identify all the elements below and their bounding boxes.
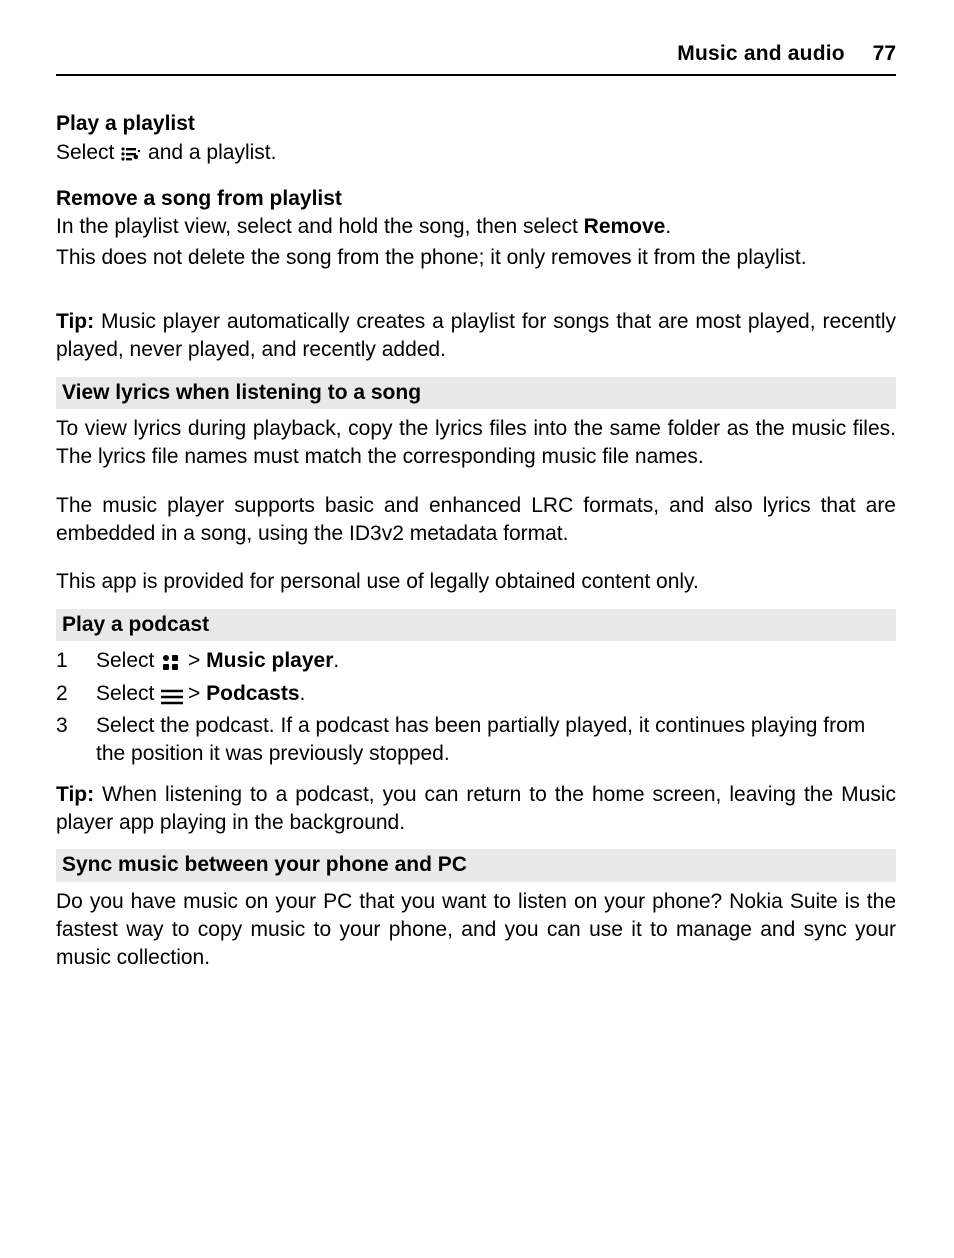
- tip-label: Tip:: [56, 310, 94, 333]
- lyrics-p1: To view lyrics during playback, copy the…: [56, 415, 896, 472]
- lyrics-p2: The music player supports basic and enha…: [56, 492, 896, 549]
- list-item: 1 Select > Music player.: [56, 647, 896, 677]
- step-number: 1: [56, 647, 96, 675]
- page-header: Music and audio 77: [56, 40, 896, 76]
- sync-p1: Do you have music on your PC that you wa…: [56, 888, 896, 973]
- heading-play-playlist: Play a playlist: [56, 110, 896, 138]
- tip-text: Music player automatically creates a pla…: [56, 310, 896, 361]
- list-item: 2 Select > Podcasts.: [56, 680, 896, 710]
- remove-song-p2: This does not delete the song from the p…: [56, 244, 896, 272]
- tip-auto-playlist: Tip: Music player automatically creates …: [56, 308, 896, 365]
- music-player-label: Music player: [206, 649, 333, 672]
- section-bar-lyrics: View lyrics when listening to a song: [56, 377, 896, 409]
- text-fragment: and a playlist.: [142, 141, 276, 164]
- step-body: Select > Music player.: [96, 647, 896, 677]
- text-fragment: >: [182, 682, 206, 705]
- section-bar-podcast: Play a podcast: [56, 609, 896, 641]
- text-fragment: Select: [56, 141, 120, 164]
- page: Music and audio 77 Play a playlist Selec…: [0, 0, 954, 1019]
- play-playlist-line: Select and a playlist.: [56, 139, 896, 169]
- step-number: 3: [56, 712, 96, 740]
- text-fragment: Select: [96, 649, 160, 672]
- tip-text: When listening to a podcast, you can ret…: [56, 783, 896, 834]
- text-fragment: .: [665, 215, 671, 238]
- remove-song-p1: In the playlist view, select and hold th…: [56, 213, 896, 241]
- heading-remove-song: Remove a song from playlist: [56, 185, 896, 213]
- page-number: 77: [873, 42, 896, 65]
- podcast-steps: 1 Select > Music player. 2 Select > Podc…: [56, 647, 896, 768]
- section-bar-sync: Sync music between your phone and PC: [56, 849, 896, 881]
- text-fragment: .: [300, 682, 306, 705]
- apps-grid-icon: [160, 649, 182, 677]
- header-title: Music and audio: [677, 42, 845, 65]
- step-body: Select > Podcasts.: [96, 680, 896, 710]
- podcasts-label: Podcasts: [206, 682, 299, 705]
- playlist-icon: [120, 141, 142, 169]
- text-fragment: Select: [96, 682, 160, 705]
- remove-label: Remove: [584, 215, 666, 238]
- text-fragment: >: [182, 649, 206, 672]
- text-fragment: In the playlist view, select and hold th…: [56, 215, 584, 238]
- tip-label: Tip:: [56, 783, 94, 806]
- step-number: 2: [56, 680, 96, 708]
- step-body: Select the podcast. If a podcast has bee…: [96, 712, 896, 769]
- menu-lines-icon: [160, 682, 182, 710]
- lyrics-p3: This app is provided for personal use of…: [56, 568, 896, 596]
- tip-podcast-background: Tip: When listening to a podcast, you ca…: [56, 781, 896, 838]
- text-fragment: .: [333, 649, 339, 672]
- list-item: 3 Select the podcast. If a podcast has b…: [56, 712, 896, 769]
